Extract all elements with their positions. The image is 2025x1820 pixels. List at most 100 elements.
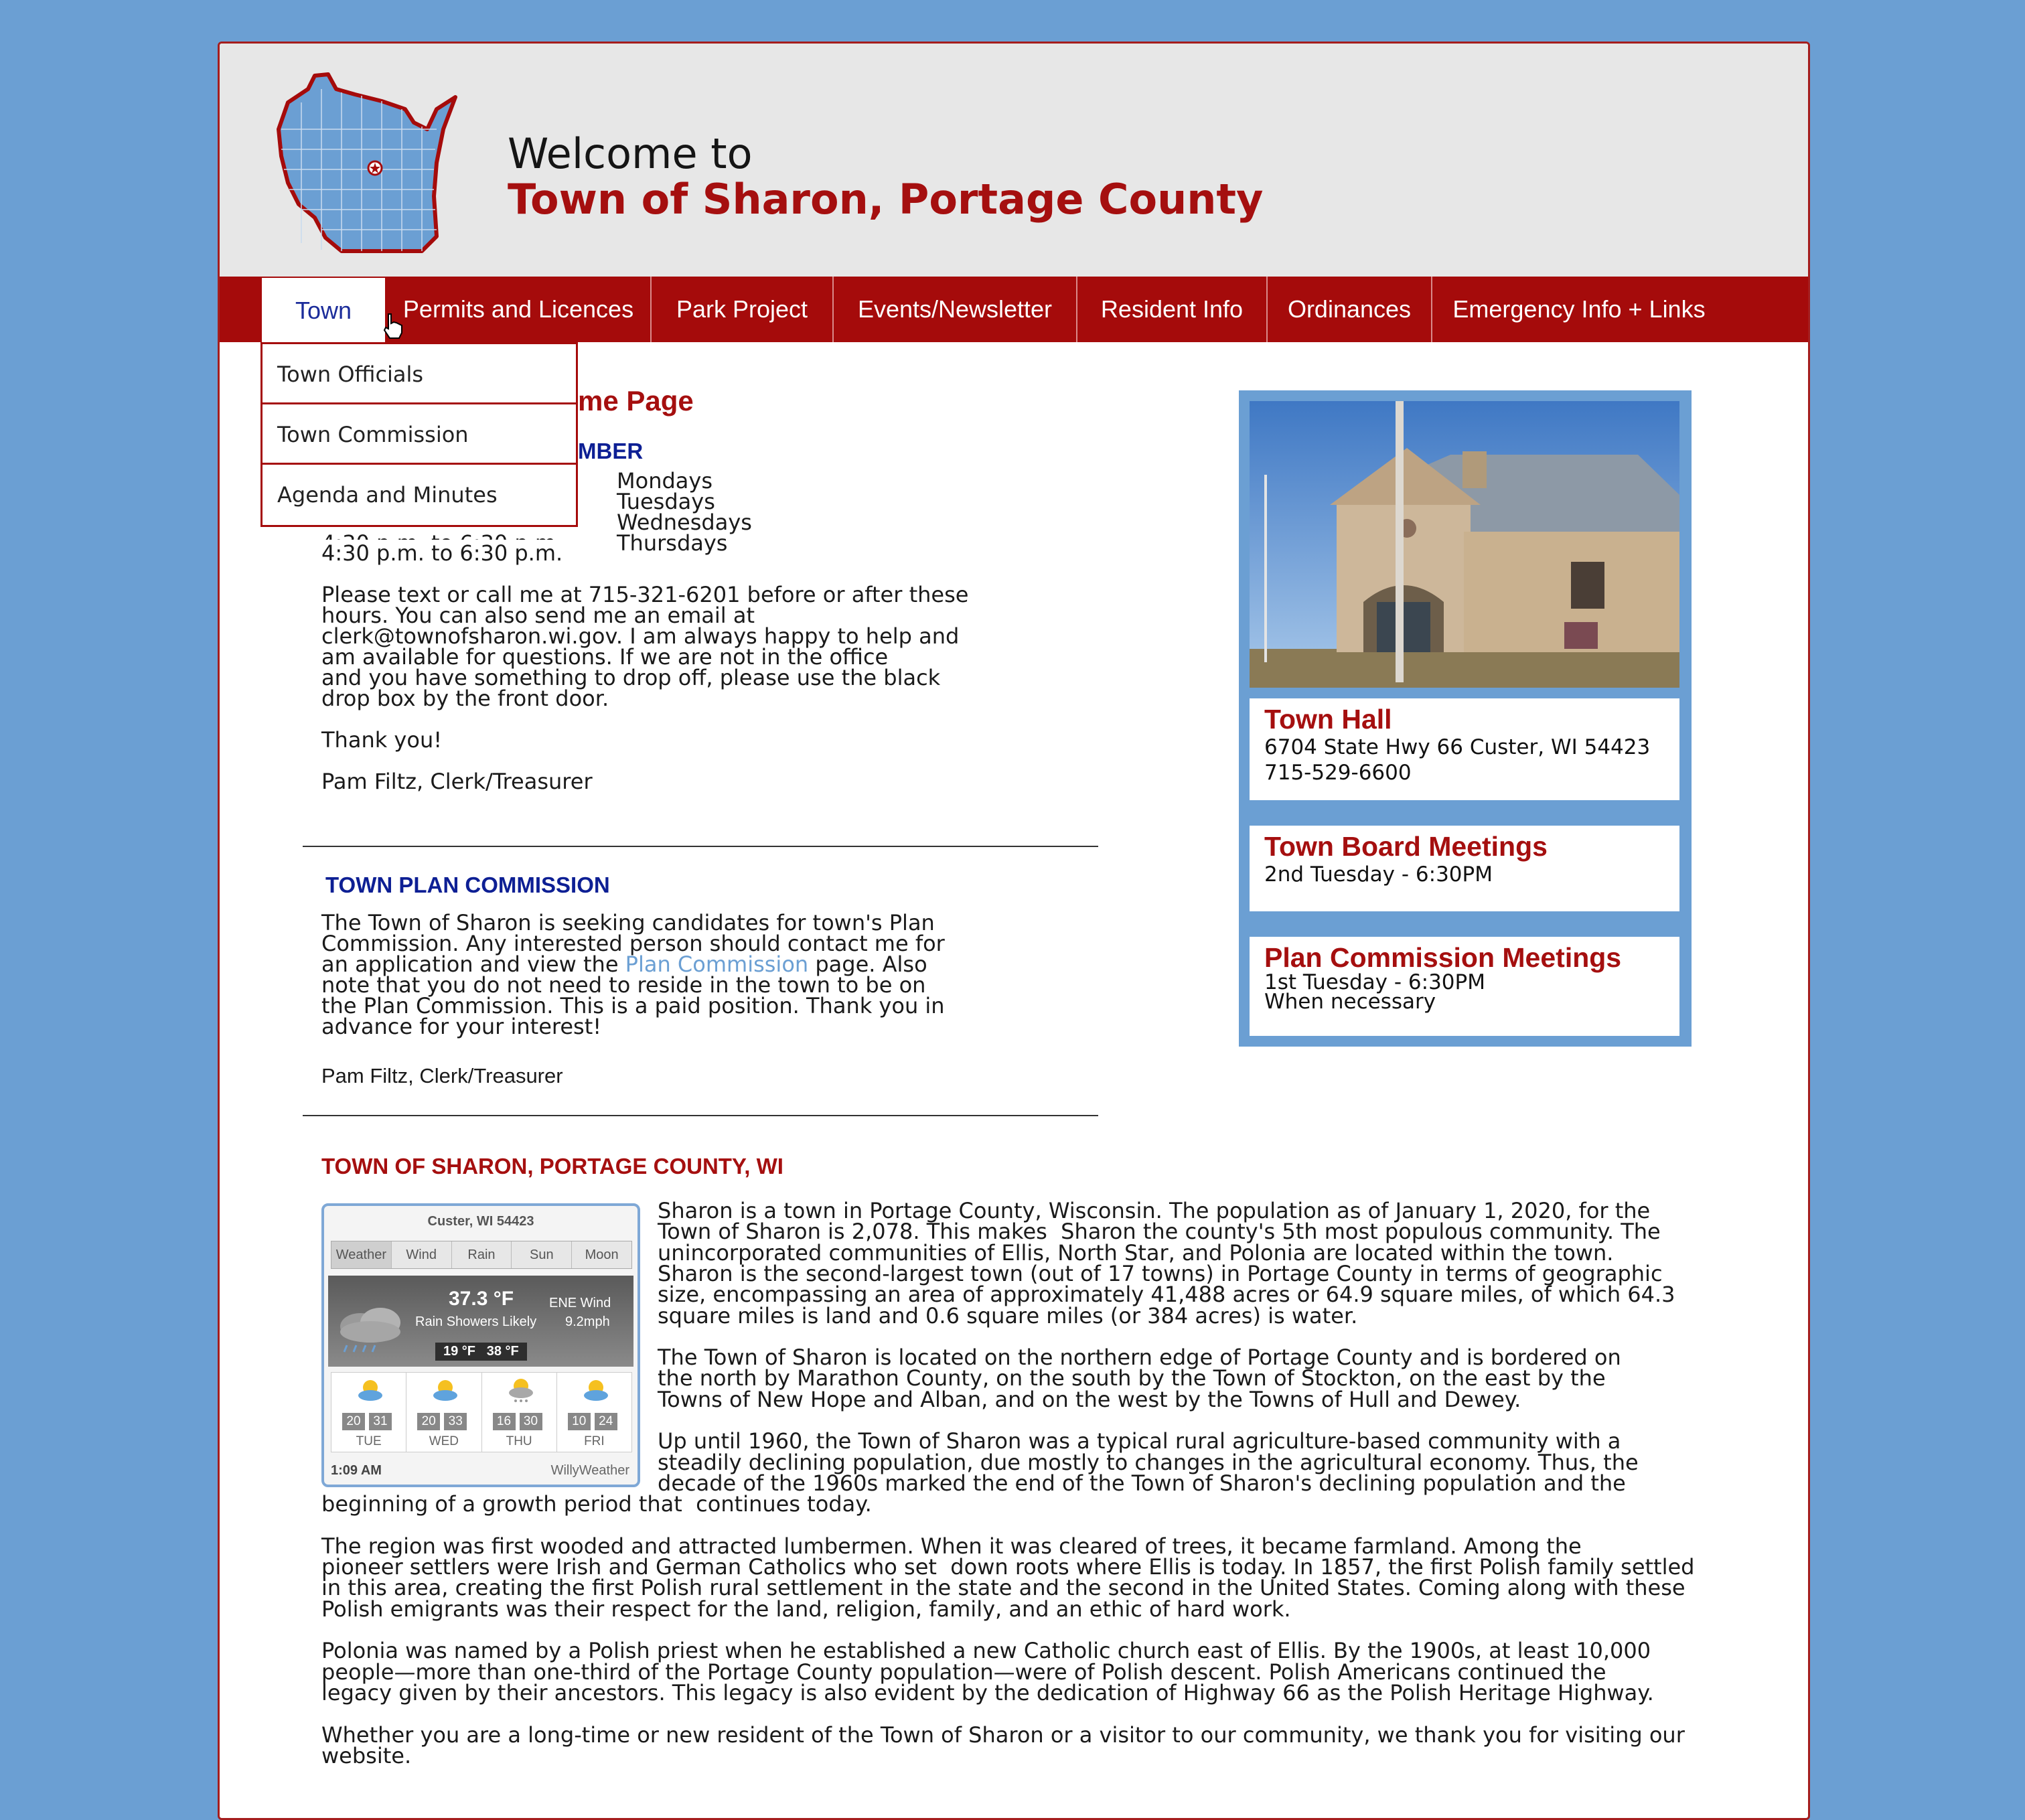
about-line: in this area, creating the first Polish … <box>321 1575 1685 1601</box>
weather-tabs: Weather Wind Rain Sun Moon <box>331 1241 632 1269</box>
about-line: Whether you are a long-time or new resid… <box>321 1722 1685 1748</box>
about-line: Towns of New Hope and Alban, and on the … <box>658 1386 1521 1412</box>
about-line: legacy given by their ancestors. This le… <box>321 1679 1654 1705</box>
nav-park-project[interactable]: Park Project <box>652 277 834 342</box>
about-line: website. <box>321 1742 412 1768</box>
board-meetings-schedule: 2nd Tuesday - 6:30PM <box>1264 862 1493 887</box>
weather-high: 38 °F <box>486 1344 519 1359</box>
hours-time-thursday: 4:30 p.m. to 6:30 p.m. <box>321 540 563 566</box>
plan-meetings-title: Plan Commission Meetings <box>1264 942 1622 973</box>
welcome-text: Welcome to <box>508 129 753 178</box>
site-header: Welcome to Town of Sharon, Portage Count… <box>220 44 1808 277</box>
weather-condition: Rain Showers Likely <box>415 1314 537 1329</box>
site-title: Town of Sharon, Portage County <box>508 175 1264 224</box>
hours-day-thursday: Thursdays <box>617 530 728 556</box>
town-hall-photo <box>1250 401 1679 688</box>
forecast-low: 20 <box>342 1413 365 1430</box>
nav-emergency-links[interactable]: Emergency Info + Links <box>1432 277 1726 342</box>
about-line: square miles is land and 0.6 square mile… <box>658 1302 1358 1329</box>
plan-meetings-note: When necessary <box>1264 990 1436 1014</box>
nav-ordinances[interactable]: Ordinances <box>1268 277 1432 342</box>
nav-events-newsletter[interactable]: Events/Newsletter <box>834 277 1077 342</box>
about-line: Polish emigrants was their respect for t… <box>321 1596 1291 1622</box>
weather-wind-speed: 9.2mph <box>565 1314 610 1329</box>
weather-tab-moon[interactable]: Moon <box>572 1241 631 1268</box>
about-line: Polonia was named by a Polish priest whe… <box>321 1638 1651 1664</box>
town-hall-title: Town Hall <box>1264 704 1392 735</box>
about-line: people—more than one-third of the Portag… <box>321 1659 1606 1685</box>
weather-low: 19 °F <box>443 1344 476 1359</box>
about-heading: TOWN OF SHARON, PORTAGE COUNTY, WI <box>321 1154 783 1179</box>
rain-cloud-icon <box>340 1308 400 1353</box>
weather-tab-weather[interactable]: Weather <box>331 1241 392 1268</box>
home-page-heading: me Page <box>578 385 694 416</box>
plan-line: advance for your interest! <box>321 1014 602 1039</box>
board-meetings-title: Town Board Meetings <box>1264 831 1548 862</box>
forecast-day: 10 24 FRI <box>557 1373 631 1452</box>
about-line: steadily declining population, due mostl… <box>658 1449 1639 1475</box>
dropdown-agenda-minutes[interactable]: Agenda and Minutes <box>262 465 576 525</box>
forecast-low: 10 <box>567 1413 591 1430</box>
plan-signature: Pam Filtz, Clerk/Treasurer <box>321 1064 563 1087</box>
main-nav: Town Board Permits and Licences Park Pro… <box>220 277 1808 390</box>
forecast-day: 20 31 TUE <box>331 1373 407 1452</box>
partly-cloudy-icon <box>433 1380 458 1401</box>
weather-brand-link[interactable]: WillyWeather <box>551 1463 629 1478</box>
forecast-high: 24 <box>594 1413 617 1430</box>
forecast-day: 20 33 WED <box>406 1373 482 1452</box>
info-sidebar: Town Hall 6704 State Hwy 66 Custer, WI 5… <box>1239 390 1692 1047</box>
town-hall-phone: 715-529-6600 <box>1264 761 1412 785</box>
weather-tab-rain[interactable]: Rain <box>451 1241 512 1268</box>
town-hall-card: Town Hall 6704 State Hwy 66 Custer, WI 5… <box>1250 698 1679 800</box>
forecast-day-name: TUE <box>356 1434 382 1448</box>
weather-wind-direction: ENE Wind <box>549 1296 611 1310</box>
clerk-note-line: drop box by the front door. <box>321 686 609 711</box>
dropdown-town-officials[interactable]: Town Officials <box>262 344 576 404</box>
town-board-meetings-card: Town Board Meetings 2nd Tuesday - 6:30PM <box>1250 826 1679 911</box>
weather-tab-sun[interactable]: Sun <box>512 1241 573 1268</box>
hand-cursor-icon <box>383 313 402 339</box>
plan-commission-meetings-card: Plan Commission Meetings 1st Tuesday - 6… <box>1250 937 1679 1036</box>
weather-current-temp: 37.3 °F <box>449 1288 514 1310</box>
clerk-signature: Pam Filtz, Clerk/Treasurer <box>321 769 593 794</box>
weather-updated-time: 1:09 AM <box>331 1463 382 1478</box>
plan-commission-heading: TOWN PLAN COMMISSION <box>325 873 610 897</box>
section-divider <box>303 846 1098 847</box>
town-board-dropdown: Town Officials Town Commission Agenda an… <box>260 342 578 527</box>
nav-permits[interactable]: Permits and Licences <box>386 277 652 342</box>
forecast-day-name: WED <box>429 1434 459 1448</box>
weather-widget[interactable]: Custer, WI 54423 Weather Wind Rain Sun M… <box>321 1203 640 1487</box>
thank-you-text: Thank you! <box>321 727 443 753</box>
town-hall-address: 6704 State Hwy 66 Custer, WI 54423 <box>1264 735 1651 759</box>
weather-hi-lo: 19 °F 38 °F <box>435 1343 527 1361</box>
forecast-high: 31 <box>369 1413 392 1430</box>
about-line: Up until 1960, the Town of Sharon was a … <box>658 1428 1621 1454</box>
nav-resident-info[interactable]: Resident Info <box>1077 277 1268 342</box>
partly-cloudy-icon <box>583 1380 608 1401</box>
partly-cloudy-icon <box>358 1380 382 1401</box>
wisconsin-map-logo[interactable] <box>261 62 462 263</box>
weather-forecast: 20 31 TUE 20 33 WED 16 30 THU 10 24 FRI <box>331 1372 632 1452</box>
nav-town-board[interactable]: Town Board <box>260 277 386 390</box>
weather-current-panel: 37.3 °F Rain Showers Likely ENE Wind 9.2… <box>328 1276 633 1367</box>
page-container: Welcome to Town of Sharon, Portage Count… <box>218 42 1810 1820</box>
dropdown-town-commission[interactable]: Town Commission <box>262 404 576 465</box>
section-divider <box>303 1115 1098 1116</box>
about-line: beginning of a growth period that contin… <box>321 1491 872 1517</box>
forecast-low: 20 <box>417 1413 441 1430</box>
forecast-low: 16 <box>492 1413 516 1430</box>
clerk-hours-heading: MBER <box>578 439 644 463</box>
hours-time-partial: 4:30 p.m. to 6:30 p.m. <box>321 533 562 540</box>
about-line: Town of Sharon is 2,078. This makes Shar… <box>658 1219 1661 1245</box>
weather-location: Custer, WI 54423 <box>427 1214 534 1229</box>
about-line: the north by Marathon County, on the sou… <box>658 1365 1606 1391</box>
forecast-day-name: FRI <box>584 1434 605 1448</box>
weather-tab-wind[interactable]: Wind <box>391 1241 452 1268</box>
forecast-day-name: THU <box>506 1434 532 1448</box>
forecast-day: 16 30 THU <box>482 1373 557 1452</box>
cloudy-snow-icon <box>508 1379 533 1402</box>
forecast-high: 30 <box>519 1413 542 1430</box>
about-line: size, encompassing an area of approximat… <box>658 1282 1675 1308</box>
forecast-high: 33 <box>444 1413 467 1430</box>
about-line: unincorporated communities of Ellis, Nor… <box>658 1239 1614 1266</box>
